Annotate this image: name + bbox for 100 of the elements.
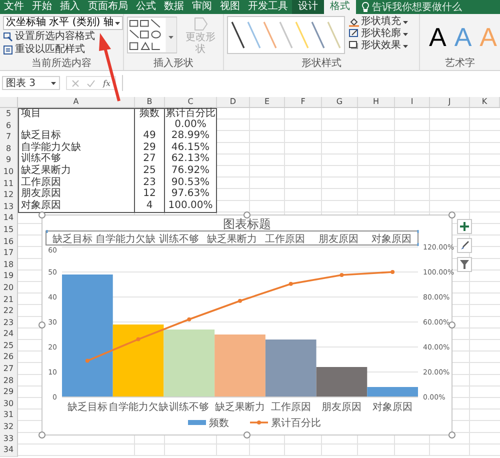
ribbon-button[interactable]: 形状填充 — [348, 16, 408, 28]
table-cell: 100.00% — [165, 200, 217, 214]
cancel-icon[interactable] — [72, 80, 79, 86]
bar[interactable] — [265, 340, 316, 397]
chart-styles-button[interactable] — [457, 238, 472, 253]
paint-bucket-icon — [348, 17, 359, 27]
resize-handle[interactable] — [448, 322, 456, 328]
ribbon-tab[interactable]: 页面布局 — [84, 0, 132, 14]
ribbon-button[interactable]: 设置所选内容格式 — [3, 31, 95, 43]
data-point[interactable] — [288, 282, 293, 286]
ribbon-button[interactable]: 重设以匹配样式 — [3, 44, 85, 56]
resize-handle[interactable] — [38, 212, 46, 218]
row-number[interactable]: 17 — [0, 247, 18, 260]
data-point[interactable] — [136, 337, 140, 342]
row-number[interactable]: 22 — [0, 305, 18, 318]
table-cell: 12 — [135, 189, 165, 202]
axis-label: 朋友原因 — [322, 402, 362, 413]
lightbulb-icon — [362, 2, 369, 12]
row-number[interactable]: 29 — [0, 386, 18, 399]
ribbon-tab[interactable]: 开发工具 — [244, 0, 292, 14]
caret-icon — [51, 82, 56, 84]
ribbon-tab[interactable]: 数据 — [160, 0, 188, 14]
shapes-gallery-drawing[interactable] — [127, 16, 178, 54]
row-number[interactable]: 24 — [0, 328, 18, 341]
row-number[interactable]: 26 — [0, 351, 18, 364]
chart-elements-button[interactable] — [457, 219, 472, 234]
data-point[interactable] — [390, 270, 395, 274]
table-cell: 对象原因 — [18, 200, 135, 214]
line-style-swatch[interactable] — [262, 20, 277, 50]
axis-label: 自学能力欠缺 — [96, 234, 156, 245]
group-label: 形状样式 — [300, 58, 342, 70]
bar[interactable] — [367, 387, 418, 397]
wordart-sample[interactable]: A — [428, 22, 446, 52]
table-cell: 76.92% — [165, 166, 217, 179]
resize-handle[interactable] — [244, 212, 250, 218]
bar[interactable] — [316, 367, 368, 397]
table-cell: 4 — [135, 200, 165, 214]
axis-label: 自学能力欠缺 — [108, 402, 168, 413]
insert-function-button[interactable]: fx — [103, 78, 110, 88]
ribbon-tab[interactable]: 插入 — [56, 0, 84, 14]
axis-label: 缺乏果断力 — [215, 402, 265, 413]
ribbon-tab[interactable]: 审阅 — [188, 0, 216, 14]
row-number[interactable]: 32 — [0, 421, 18, 434]
row-number[interactable]: 9 — [0, 154, 18, 167]
resize-handle[interactable] — [244, 432, 250, 438]
ribbon-tab[interactable]: 设计 — [292, 0, 324, 14]
caret-icon — [115, 22, 120, 24]
line-series[interactable] — [87, 271, 393, 362]
ribbon-tab[interactable]: 文件 — [0, 0, 28, 14]
table-cell: 97.63% — [165, 189, 217, 202]
effects-icon — [348, 41, 359, 51]
row-number[interactable]: 19 — [0, 270, 18, 283]
line-style-swatch[interactable] — [230, 20, 245, 50]
edit-shape-icon — [192, 16, 210, 32]
table-cell: 累计百分比 — [165, 108, 217, 121]
ribbon-tab[interactable]: 视图 — [216, 0, 244, 14]
ribbon-tab[interactable]: 格式 — [324, 0, 356, 14]
element-dropdown[interactable]: 次坐标轴 水平 (类别) 轴 — [3, 16, 124, 30]
legend-label: 频数 — [209, 418, 229, 429]
resize-handle[interactable] — [38, 322, 46, 328]
axis-label: 训练不够 — [158, 234, 199, 245]
ribbon-button[interactable]: 形状轮廓 — [348, 28, 408, 40]
row-number[interactable]: 27 — [0, 363, 18, 376]
table-cell: 49 — [135, 131, 165, 144]
data-point[interactable] — [187, 317, 192, 322]
table-cell: 频数 — [135, 108, 165, 121]
row-number[interactable]: 31 — [0, 409, 18, 422]
resize-handle[interactable] — [448, 212, 456, 218]
row-number[interactable]: 34 — [0, 444, 18, 457]
axis-label: 对象原因 — [372, 402, 413, 413]
brush-icon — [460, 241, 469, 250]
axis-label: 缺乏目标 — [67, 402, 108, 413]
name-box[interactable]: 图表 3 — [2, 76, 60, 90]
group-label: 当前所选内容 — [30, 58, 92, 70]
resize-handle[interactable] — [38, 432, 46, 438]
row-number[interactable]: 12 — [0, 189, 18, 202]
table-cell: 项目 — [18, 108, 135, 121]
data-point[interactable] — [238, 298, 242, 303]
resize-handle[interactable] — [448, 432, 456, 438]
secondary-category-axis[interactable] — [46, 229, 419, 247]
group-label: 艺术字 — [444, 58, 476, 70]
ribbon-tab[interactable]: 开始 — [28, 0, 56, 14]
format-icon — [3, 32, 13, 42]
row-number[interactable]: 10 — [0, 166, 18, 179]
line-style-swatch[interactable] — [310, 20, 325, 50]
axis-label: 工作原因 — [270, 402, 311, 413]
ribbon-button[interactable]: 形状效果 — [348, 40, 408, 52]
chart-title[interactable]: 图表标题 — [223, 217, 271, 231]
row-number[interactable]: 14 — [0, 212, 18, 225]
ribbon-tab[interactable]: 公式 — [132, 0, 160, 14]
check-icon[interactable] — [87, 80, 95, 86]
line-style-swatch[interactable] — [246, 20, 261, 50]
row-number[interactable]: 7 — [0, 131, 18, 144]
data-point[interactable] — [340, 273, 344, 277]
row-number[interactable]: 5 — [0, 108, 18, 121]
row-number[interactable]: 20 — [0, 282, 18, 294]
chart-filters-button[interactable] — [457, 257, 472, 272]
row-number[interactable]: 15 — [0, 224, 18, 237]
search-field[interactable]: 告诉我你想要做什么 — [372, 2, 468, 12]
bar[interactable] — [112, 324, 164, 397]
